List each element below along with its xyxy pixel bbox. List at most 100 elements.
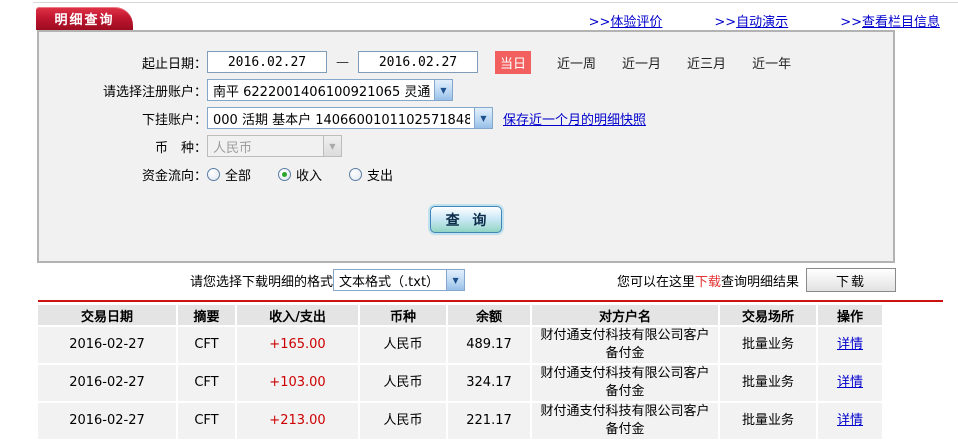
- cell-date: 2016-02-27: [38, 365, 176, 401]
- link-text: 体验评价: [610, 15, 663, 30]
- date-range-label: 起止日期：: [141, 56, 207, 72]
- table-row: 2016-02-27 CFT +213.00 人民币 221.17 财付通支付科…: [38, 403, 882, 439]
- quick-range-3months[interactable]: 近三月: [687, 53, 726, 72]
- cell-amount: +213.00: [237, 403, 358, 439]
- tab-detail-query[interactable]: 明细查询: [36, 7, 133, 30]
- flow-radio-income[interactable]: 收入: [278, 165, 322, 184]
- save-snapshot-link[interactable]: 保存近一个月的明细快照: [503, 109, 646, 128]
- cell-counterparty: 财付通支付科技有限公司客户备付金: [532, 327, 718, 363]
- radio-icon: [207, 167, 220, 181]
- flow-option-label: 支出: [367, 168, 394, 184]
- tab-label: 明细查询: [54, 13, 115, 28]
- chevron-down-icon: ▼: [446, 270, 465, 290]
- sub-account-label: 下挂账户：: [141, 112, 207, 128]
- col-header-date: 交易日期: [38, 305, 176, 325]
- table-separator-line: [38, 300, 943, 302]
- chevron-down-icon: ▼: [474, 108, 492, 128]
- flow-label: 资金流向：: [141, 168, 207, 184]
- top-divider: [33, 2, 958, 3]
- download-hint-suffix: 查询明细结果: [721, 274, 800, 290]
- cell-amount: +165.00: [237, 327, 358, 363]
- cell-currency: 人民币: [360, 403, 446, 439]
- download-format-value: 文本格式（.txt）: [339, 274, 440, 290]
- cell-venue: 批量业务: [720, 403, 816, 439]
- currency-select-disabled: 人民币 ▼: [207, 135, 342, 157]
- link-prefix: >>: [588, 15, 611, 30]
- quick-range-year[interactable]: 近一年: [752, 53, 791, 72]
- link-prefix: >>: [714, 15, 737, 30]
- cell-venue: 批量业务: [720, 365, 816, 401]
- link-experience-rating[interactable]: >>体验评价: [589, 11, 663, 30]
- cell-action: 详情: [818, 327, 882, 363]
- col-header-amount: 收入/支出: [237, 305, 358, 325]
- col-header-currency: 币种: [360, 305, 446, 325]
- cell-summary: CFT: [178, 365, 235, 401]
- quick-range-today[interactable]: 当日: [495, 50, 532, 74]
- query-form: 起止日期： — 当日 近一周 近一月 近三月 近一年 请选择注册账户： 南平 6…: [37, 30, 895, 263]
- flow-radio-expense[interactable]: 支出: [349, 165, 393, 184]
- link-auto-demo[interactable]: >>自动演示: [714, 11, 788, 30]
- col-header-summary: 摘要: [178, 305, 235, 325]
- cell-amount: +103.00: [237, 365, 358, 401]
- link-text: 自动演示: [736, 15, 789, 30]
- transaction-table: 交易日期 摘要 收入/支出 币种 余额 对方户名 交易场所 操作 2016-02…: [36, 303, 884, 441]
- flow-option-label: 全部: [225, 168, 252, 184]
- table-row: 2016-02-27 CFT +103.00 人民币 324.17 财付通支付科…: [38, 365, 882, 401]
- date-separator: —: [336, 54, 349, 70]
- download-inline-link[interactable]: 下载: [695, 271, 721, 290]
- register-account-label: 请选择注册账户：: [102, 84, 207, 100]
- link-view-column-info[interactable]: >>查看栏目信息: [840, 11, 940, 30]
- download-button[interactable]: 下载: [806, 268, 897, 292]
- detail-link[interactable]: 详情: [837, 375, 863, 390]
- currency-row: 币 种： 人民币 ▼: [39, 132, 893, 160]
- query-button-row: 查 询: [39, 206, 893, 233]
- cell-balance: 489.17: [448, 327, 530, 363]
- chevron-down-icon: ▼: [323, 136, 341, 156]
- cell-date: 2016-02-27: [38, 403, 176, 439]
- cell-summary: CFT: [178, 327, 235, 363]
- top-links: >>体验评价 >>自动演示 >>查看栏目信息: [589, 11, 940, 30]
- end-date-input[interactable]: [358, 51, 478, 73]
- cell-counterparty: 财付通支付科技有限公司客户备付金: [532, 365, 718, 401]
- table-row: 2016-02-27 CFT +165.00 人民币 489.17 财付通支付科…: [38, 327, 882, 363]
- cell-balance: 324.17: [448, 365, 530, 401]
- sub-account-value: 000 活期 基本户 1406600101102571848: [213, 112, 470, 128]
- cell-balance: 221.17: [448, 403, 530, 439]
- flow-radio-all[interactable]: 全部: [207, 165, 251, 184]
- chevron-down-icon: ▼: [434, 80, 452, 100]
- cell-counterparty: 财付通支付科技有限公司客户备付金: [532, 403, 718, 439]
- start-date-input[interactable]: [207, 51, 327, 73]
- register-account-row: 请选择注册账户： 南平 6222001406100921065 灵通卡 ▼: [39, 76, 893, 104]
- flow-option-label: 收入: [296, 168, 323, 184]
- cell-summary: CFT: [178, 403, 235, 439]
- sub-account-select[interactable]: 000 活期 基本户 1406600101102571848 ▼: [207, 107, 493, 129]
- radio-selected-icon: [278, 167, 292, 181]
- cell-venue: 批量业务: [720, 327, 816, 363]
- radio-icon: [349, 167, 363, 181]
- date-range-row: 起止日期： — 当日 近一周 近一月 近三月 近一年: [39, 48, 893, 76]
- col-header-balance: 余额: [448, 305, 530, 325]
- quick-range-month[interactable]: 近一月: [622, 53, 661, 72]
- download-format-select[interactable]: 文本格式（.txt） ▼: [333, 269, 466, 291]
- register-account-select[interactable]: 南平 6222001406100921065 灵通卡 ▼: [207, 79, 453, 101]
- quick-range-week[interactable]: 近一周: [557, 53, 596, 72]
- register-account-value: 南平 6222001406100921065 灵通卡: [213, 84, 430, 100]
- download-format-label: 请您选择下载明细的格式: [190, 274, 334, 290]
- col-header-action: 操作: [818, 305, 882, 325]
- currency-label: 币 种：: [154, 140, 207, 156]
- download-row: 请您选择下载明细的格式 文本格式（.txt） ▼ 您可以在这里 下载 查询明细结果 …: [0, 267, 958, 293]
- download-hint-group: 您可以在这里 下载 查询明细结果 下载: [617, 267, 897, 293]
- table-header-row: 交易日期 摘要 收入/支出 币种 余额 对方户名 交易场所 操作: [38, 305, 882, 325]
- sub-account-row: 下挂账户： 000 活期 基本户 1406600101102571848 ▼ 保…: [39, 104, 893, 132]
- cell-currency: 人民币: [360, 365, 446, 401]
- cell-currency: 人民币: [360, 327, 446, 363]
- link-text: 查看栏目信息: [861, 15, 940, 30]
- col-header-venue: 交易场所: [720, 305, 816, 325]
- detail-link[interactable]: 详情: [837, 413, 863, 428]
- cell-action: 详情: [818, 403, 882, 439]
- download-format-group: 请您选择下载明细的格式 文本格式（.txt） ▼: [190, 267, 466, 293]
- link-prefix: >>: [840, 15, 862, 30]
- query-button[interactable]: 查 询: [430, 206, 502, 233]
- detail-link[interactable]: 详情: [837, 337, 863, 352]
- cell-date: 2016-02-27: [38, 327, 176, 363]
